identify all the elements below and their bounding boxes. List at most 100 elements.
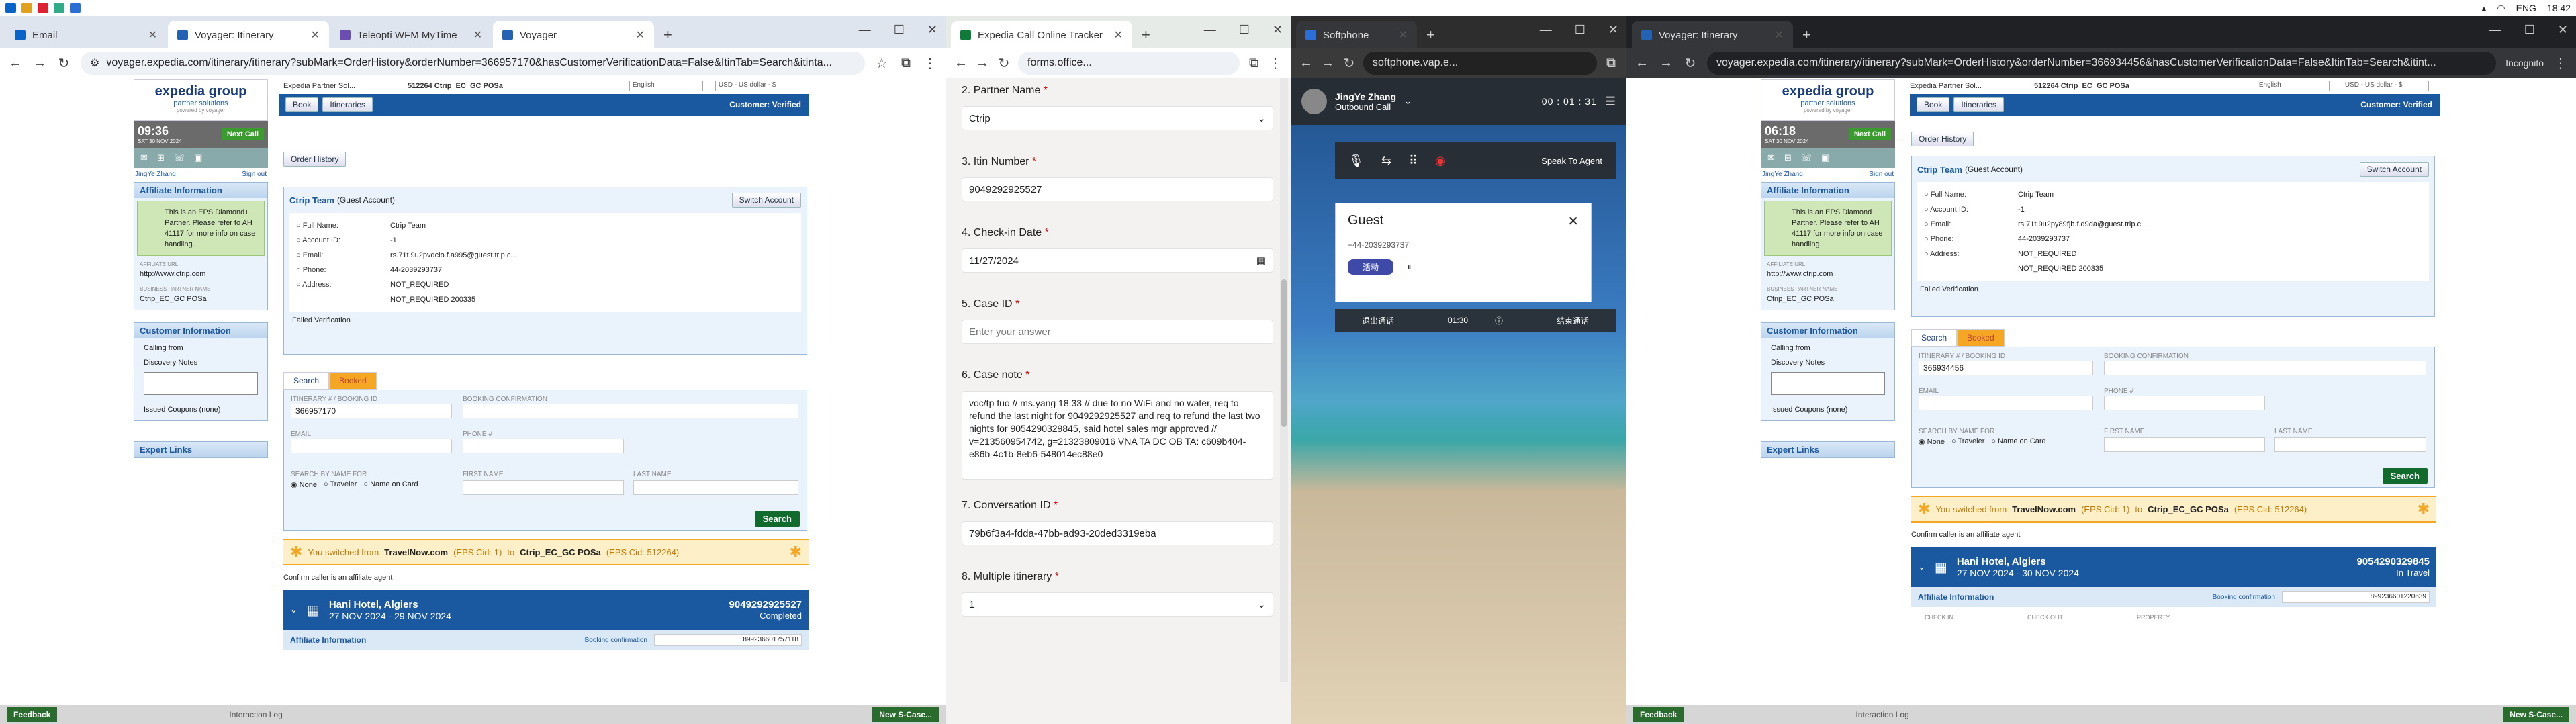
briefcase-icon[interactable]: ▣ <box>1821 152 1829 163</box>
browser-tab[interactable]: Softphone ✕ <box>1296 21 1417 48</box>
next-call-button[interactable]: Next Call <box>1848 128 1891 140</box>
maximize-icon[interactable]: ☐ <box>1239 23 1250 37</box>
tab-search[interactable]: Search <box>283 372 330 390</box>
chat-icon[interactable]: ☏ <box>1801 152 1812 163</box>
browser-tab[interactable]: Teleopti WFM MyTime ✕ <box>330 21 492 48</box>
hotel-booking-header[interactable]: ⌄ ▦ Hani Hotel, Algiers 27 NOV 2024 - 29 … <box>283 590 809 630</box>
forward-icon[interactable]: → <box>1659 56 1673 71</box>
clock[interactable]: 18:42 <box>2547 3 2571 13</box>
exit-call-button[interactable]: 退出通话 <box>1362 315 1394 326</box>
phone-input[interactable] <box>2104 396 2265 410</box>
extensions-icon[interactable]: ⧉ <box>899 56 913 71</box>
hotel-booking-header[interactable]: ⌄ ▦ Hani Hotel, Algiers 27 NOV 2024 - 30 … <box>1911 547 2436 587</box>
chevron-down-icon[interactable]: ⌄ <box>1257 112 1266 124</box>
form-select[interactable]: 1 ⌄ <box>962 592 1273 617</box>
order-history-button[interactable]: Order History <box>1911 132 1974 146</box>
forward-icon[interactable]: → <box>1320 56 1335 71</box>
cart-icon[interactable]: ⊞ <box>1784 152 1792 163</box>
mail-icon[interactable]: ✉ <box>140 152 148 163</box>
close-icon[interactable]: ✕ <box>311 28 320 42</box>
forward-icon[interactable]: → <box>975 56 990 71</box>
site-info-icon[interactable]: ⚙ <box>90 56 99 70</box>
transfer-icon[interactable]: ⇆ <box>1381 154 1391 168</box>
microphone-icon[interactable]: 🎙 <box>1348 154 1364 168</box>
email-input[interactable] <box>291 439 452 453</box>
agent-name-link[interactable]: JingYe Zhang <box>135 171 176 178</box>
customer-info-title[interactable]: Customer Information <box>134 323 267 338</box>
reload-icon[interactable]: ↻ <box>997 55 1011 72</box>
currency-select[interactable]: USD - US dollar - $ <box>715 81 802 91</box>
close-icon[interactable]: ✕ <box>1567 213 1579 230</box>
itinerary-input[interactable]: 366934456 <box>1919 361 2093 375</box>
close-icon[interactable]: ✕ <box>2558 23 2568 37</box>
menu-icon[interactable]: ⋮ <box>923 55 937 72</box>
next-call-button[interactable]: Next Call <box>221 128 264 140</box>
close-icon[interactable]: ✕ <box>473 28 482 42</box>
search-button[interactable]: Search <box>754 511 800 527</box>
agent-name-link[interactable]: JingYe Zhang <box>1762 171 1803 178</box>
close-icon[interactable]: ✕ <box>148 28 157 42</box>
back-icon[interactable]: ← <box>954 56 968 71</box>
name-radio-group[interactable]: ◉ None ○ Traveler ○ Name on Card <box>291 480 418 489</box>
interaction-log-button[interactable]: Interaction Log <box>229 710 282 719</box>
app-icon[interactable] <box>5 3 16 13</box>
affiliate-info-title[interactable]: Affiliate Information <box>134 183 267 198</box>
new-tab-button[interactable]: + <box>1134 21 1158 48</box>
address-bar[interactable]: forms.office... <box>1018 52 1240 75</box>
close-icon[interactable]: ✕ <box>1273 23 1283 37</box>
order-history-button[interactable]: Order History <box>283 152 347 167</box>
phone-input[interactable] <box>463 439 624 453</box>
sign-out-link[interactable]: Sign out <box>1869 171 1894 178</box>
chevron-down-icon[interactable]: ⌄ <box>1257 598 1266 610</box>
app-icon[interactable] <box>21 3 32 13</box>
close-icon[interactable]: ✕ <box>1775 28 1784 42</box>
speak-to-agent-button[interactable]: Speak To Agent <box>1541 156 1602 166</box>
minimize-icon[interactable]: — <box>2489 23 2501 37</box>
form-input[interactable]: 11/27/2024 ▦ <box>962 248 1273 273</box>
close-icon[interactable]: ✕ <box>1608 23 1618 37</box>
book-button[interactable]: Book <box>1917 97 1950 112</box>
app-icon[interactable] <box>38 3 48 13</box>
menu-icon[interactable]: ☰ <box>1605 95 1616 109</box>
chevron-down-icon[interactable]: ⌄ <box>1404 96 1412 107</box>
new-tab-button[interactable]: + <box>1418 21 1443 48</box>
back-icon[interactable]: ← <box>1299 56 1314 71</box>
tab-booked[interactable]: Booked <box>329 372 377 390</box>
address-bar[interactable]: voyager.expedia.com/itinerary/itinerary?… <box>1707 52 2497 75</box>
discovery-notes-textarea[interactable] <box>1771 372 1885 395</box>
extensions-icon[interactable]: ⧉ <box>1246 56 1261 71</box>
itineraries-button[interactable]: Itineraries <box>322 97 373 112</box>
star-icon[interactable]: ☆ <box>874 55 889 72</box>
calendar-icon[interactable]: ▦ <box>1256 255 1266 267</box>
forward-icon[interactable]: → <box>32 56 47 71</box>
mail-icon[interactable]: ✉ <box>1767 152 1775 163</box>
language-indicator[interactable]: ENG <box>2516 3 2536 13</box>
chat-icon[interactable]: ☏ <box>174 152 185 163</box>
affiliate-url[interactable]: http://www.ctrip.com <box>134 270 267 283</box>
first-name-input[interactable] <box>463 480 624 495</box>
browser-tab[interactable]: Email ✕ <box>5 21 167 48</box>
language-select[interactable]: English <box>629 81 703 91</box>
form-select[interactable]: Ctrip ⌄ <box>962 106 1273 130</box>
form-textarea[interactable]: voc/tp fuo // ms.yang 18.33 // due to no… <box>962 391 1273 480</box>
tab-search[interactable]: Search <box>1911 329 1958 347</box>
address-bar[interactable]: softphone.vap.e... <box>1363 52 1597 75</box>
end-call-button[interactable]: 结束通话 <box>1557 315 1589 326</box>
browser-tab[interactable]: Voyager: Itinerary ✕ <box>1632 21 1793 48</box>
new-tab-button[interactable]: + <box>1794 21 1819 48</box>
last-name-input[interactable] <box>633 480 798 495</box>
new-case-button[interactable]: New S-Case... <box>2503 707 2569 722</box>
browser-tab[interactable]: Voyager ✕ <box>493 21 654 48</box>
first-name-input[interactable] <box>2104 437 2265 452</box>
back-icon[interactable]: ← <box>1635 56 1649 71</box>
feedback-button[interactable]: Feedback <box>1633 707 1684 722</box>
form-input[interactable]: 9049292925527 <box>962 177 1273 201</box>
scrollbar[interactable] <box>1280 78 1288 682</box>
language-select[interactable]: English <box>2255 81 2330 91</box>
confirmation-input[interactable] <box>463 404 798 418</box>
menu-icon[interactable]: ⋮ <box>1268 55 1283 72</box>
form-input[interactable]: 79b6f3a4-fdda-47bb-ad93-20ded3319eba <box>962 521 1273 545</box>
feedback-button[interactable]: Feedback <box>7 707 58 722</box>
failed-verification[interactable]: Failed Verification <box>284 312 807 328</box>
address-bar[interactable]: ⚙ voyager.expedia.com/itinerary/itinerary… <box>81 52 865 75</box>
